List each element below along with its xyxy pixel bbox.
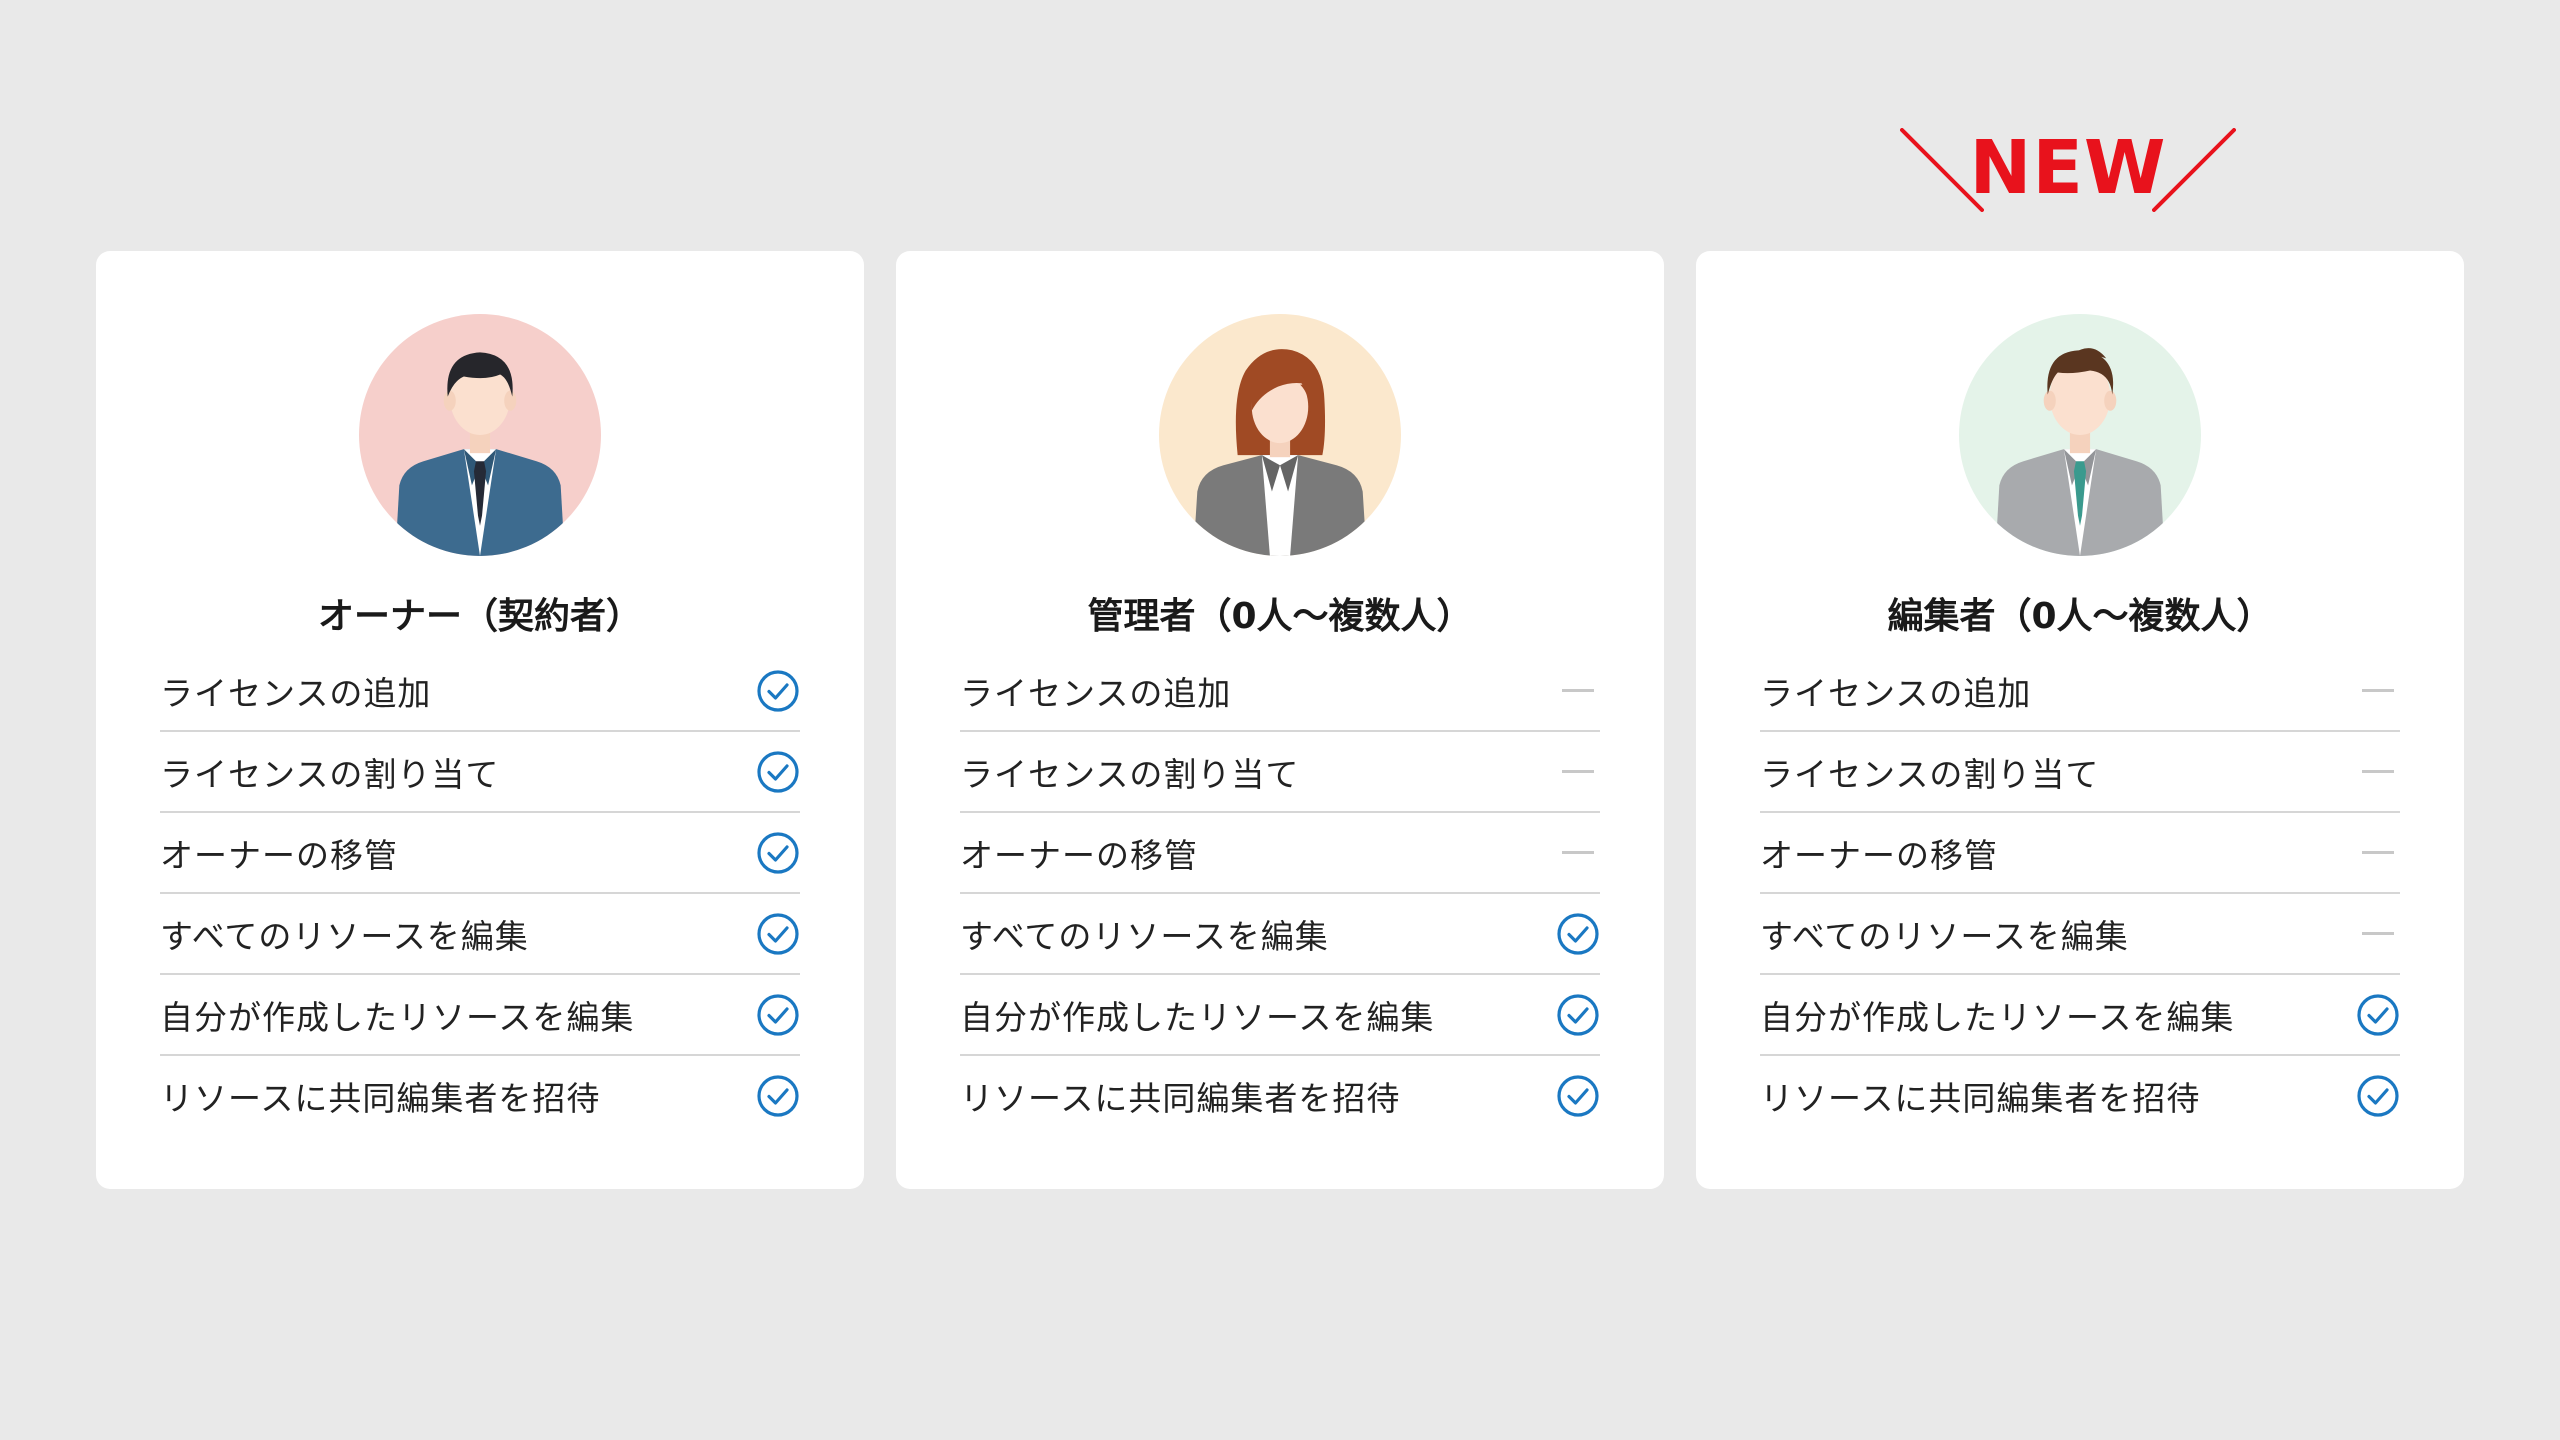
- check-circle-icon: [757, 750, 799, 793]
- permission-label: ライセンスの追加: [960, 673, 1232, 713]
- permission-label: 自分が作成したリソースを編集: [1760, 997, 2235, 1037]
- check-circle-icon: [1557, 912, 1599, 955]
- permission-row: リソースに共同編集者を招待: [160, 1056, 800, 1135]
- check-circle-icon: [757, 912, 799, 955]
- dash-icon: [1562, 689, 1594, 692]
- check-circle-icon: [1557, 993, 1599, 1036]
- permission-label: ライセンスの割り当て: [960, 754, 1300, 794]
- permission-row: 自分が作成したリソースを編集: [1760, 975, 2400, 1056]
- check-circle-icon: [2357, 1074, 2399, 1117]
- permission-row: すべてのリソースを編集: [960, 894, 1600, 975]
- dash-icon: [1562, 770, 1594, 773]
- check-circle-icon: [757, 993, 799, 1036]
- businessman-avatar-icon: [359, 314, 601, 556]
- check-circle-icon: [757, 831, 799, 874]
- role-card-editor: 編集者（0人〜複数人） ライセンスの追加 ライセンスの割り当て オーナーの移管 …: [1696, 251, 2464, 1189]
- permission-list: ライセンスの追加 ライセンスの割り当て オーナーの移管 すべてのリソースを編集 …: [160, 651, 800, 1135]
- role-title: オーナー（契約者）: [317, 596, 642, 637]
- permission-row: すべてのリソースを編集: [1760, 894, 2400, 975]
- permission-row: ライセンスの追加: [960, 651, 1600, 732]
- permission-label: 自分が作成したリソースを編集: [160, 997, 635, 1037]
- permission-label: リソースに共同編集者を招待: [960, 1078, 1401, 1118]
- permission-row: リソースに共同編集者を招待: [960, 1056, 1600, 1135]
- permission-label: すべてのリソースを編集: [160, 916, 529, 956]
- check-circle-icon: [1557, 1074, 1599, 1117]
- role-card-admin: 管理者（0人〜複数人） ライセンスの追加 ライセンスの割り当て オーナーの移管 …: [896, 251, 1664, 1189]
- permission-list: ライセンスの追加 ライセンスの割り当て オーナーの移管 すべてのリソースを編集 …: [1760, 651, 2400, 1135]
- check-circle-icon: [757, 669, 799, 712]
- permission-row: すべてのリソースを編集: [160, 894, 800, 975]
- businesswoman-avatar-icon: [1159, 314, 1401, 556]
- role-title: 編集者（0人〜複数人）: [1887, 596, 2273, 637]
- permission-label: 自分が作成したリソースを編集: [960, 997, 1435, 1037]
- permission-label: すべてのリソースを編集: [1760, 916, 2129, 956]
- role-card-owner: オーナー（契約者） ライセンスの追加 ライセンスの割り当て オーナーの移管 すべ…: [96, 251, 864, 1189]
- permission-row: 自分が作成したリソースを編集: [960, 975, 1600, 1056]
- check-circle-icon: [2357, 993, 2399, 1036]
- new-badge: NEW: [1900, 126, 2236, 212]
- dash-icon: [2362, 689, 2394, 692]
- permission-row: ライセンスの追加: [1760, 651, 2400, 732]
- permission-row: リソースに共同編集者を招待: [1760, 1056, 2400, 1135]
- permission-label: オーナーの移管: [960, 835, 1198, 875]
- permission-row: ライセンスの追加: [160, 651, 800, 732]
- permission-row: オーナーの移管: [960, 813, 1600, 894]
- permission-row: ライセンスの割り当て: [960, 732, 1600, 813]
- permission-label: リソースに共同編集者を招待: [160, 1078, 601, 1118]
- check-circle-icon: [757, 1074, 799, 1117]
- permission-label: リソースに共同編集者を招待: [1760, 1078, 2201, 1118]
- role-title: 管理者（0人〜複数人）: [1087, 596, 1473, 637]
- permission-label: ライセンスの割り当て: [160, 754, 500, 794]
- dash-icon: [2362, 851, 2394, 854]
- permission-row: ライセンスの割り当て: [1760, 732, 2400, 813]
- permission-label: ライセンスの割り当て: [1760, 754, 2100, 794]
- dash-icon: [2362, 932, 2394, 935]
- permission-row: ライセンスの割り当て: [160, 732, 800, 813]
- permission-row: 自分が作成したリソースを編集: [160, 975, 800, 1056]
- permission-list: ライセンスの追加 ライセンスの割り当て オーナーの移管 すべてのリソースを編集 …: [960, 651, 1600, 1135]
- permission-label: すべてのリソースを編集: [960, 916, 1329, 956]
- permission-label: ライセンスの追加: [160, 673, 432, 713]
- slash-right-icon: [2152, 128, 2236, 212]
- dash-icon: [1562, 851, 1594, 854]
- permission-label: ライセンスの追加: [1760, 673, 2032, 713]
- permission-label: オーナーの移管: [160, 835, 398, 875]
- permission-label: オーナーの移管: [1760, 835, 1998, 875]
- permission-row: オーナーの移管: [160, 813, 800, 894]
- permission-row: オーナーの移管: [1760, 813, 2400, 894]
- dash-icon: [2362, 770, 2394, 773]
- businessman-gray-suit-avatar-icon: [1959, 314, 2201, 556]
